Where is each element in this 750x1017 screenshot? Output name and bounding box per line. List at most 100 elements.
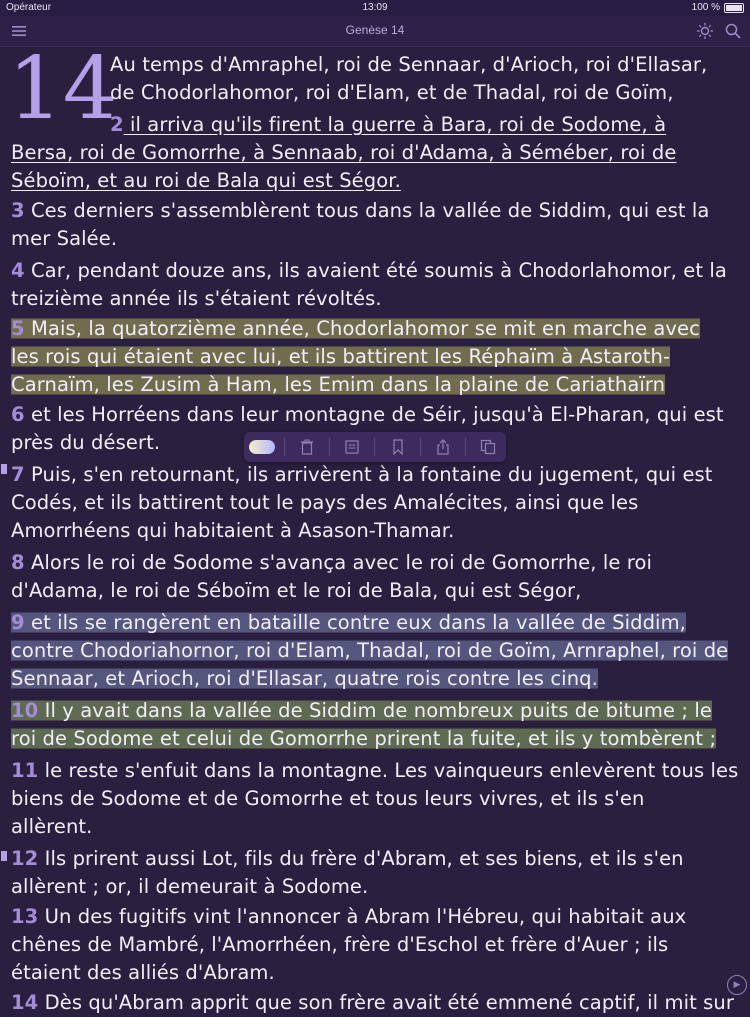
verse-line[interactable]: 14 Dès qu'Abram apprit que son frère ava… [11,988,741,1017]
verse-number: 8 [11,551,25,574]
note-marker-icon[interactable] [1,464,7,474]
bookmark-icon[interactable] [384,436,412,458]
battery-label: 100 % [691,2,720,13]
verse-text: Puis, s'en retournant, ils arrivèrent à … [24,463,713,486]
verse-line[interactable]: Séboïm, et au roi de Bala qui est Ségor. [11,166,741,195]
verse-line[interactable]: 3 Ces derniers s'assemblèrent tous dans … [11,196,741,225]
verse-line[interactable]: Amorrhéens qui habitaient à Asason-Thama… [11,516,741,545]
verse-line[interactable]: Au temps d'Amraphel, roi de Sennaar, d'A… [110,50,740,79]
verse-line[interactable]: 13 Un des fugitifs vint l'annoncer à Abr… [11,902,741,931]
verse-text: Carnaïm, les Zusim à Ham, les Emim dans … [11,373,666,396]
verse-line[interactable]: 8 Alors le roi de Sodome s'avança avec l… [11,548,741,577]
verse-line[interactable]: chênes de Mambré, l'Amorrhéen, frère d'E… [11,930,741,959]
verse-text: Dès qu'Abram apprit que son frère avait … [38,991,734,1014]
verse-line[interactable]: Sennaar, et Arioch, roi d'Ellasar, quatr… [11,664,741,693]
verse-text: de Chodorlahomor, roi d'Elam, et de Thad… [110,81,674,104]
note-icon[interactable] [338,436,366,458]
toolbar-divider [374,438,376,456]
share-icon[interactable] [429,436,457,458]
verse-text: allèrent. [11,815,93,838]
verse-text: Amorrhéens qui habitaient à Asason-Thama… [11,519,455,542]
verse-line[interactable]: 10 Il y avait dans la vallée de Siddim d… [11,696,741,725]
copy-icon[interactable] [474,436,502,458]
verse-line[interactable]: Bersa, roi de Gomorrhe, à Sennaab, roi d… [11,138,741,167]
verse-line[interactable]: contre Chodoriahornor, roi d'Elam, Thada… [11,636,741,665]
verse-text: Un des fugitifs vint l'annoncer à Abram … [38,905,687,928]
verse-number: 14 [11,991,39,1014]
verse-number: 2 [110,113,124,136]
verse-number: 9 [11,611,25,634]
battery-icon [724,2,744,13]
verse-text: Ces derniers s'assemblèrent tous dans la… [24,199,710,222]
verse-text: il arriva qu'ils firent la guerre à Bara… [123,113,667,136]
verse-text: contre Chodoriahornor, roi d'Elam, Thada… [11,639,729,662]
verse-number: 7 [11,463,25,486]
verse-line[interactable]: allèrent ; or, il demeurait à Sodome. [11,872,741,901]
search-icon[interactable] [724,22,742,40]
verse-number: 5 [11,317,25,340]
verse-line[interactable]: biens de Sodome et de Gomorrhe et tous l… [11,784,741,813]
verse-number: 12 [11,847,39,870]
verse-text: Il y avait dans la vallée de Siddim de n… [38,699,712,722]
verse-text: étaient des alliés d'Abram. [11,961,275,984]
verse-text: Car, pendant douze ans, ils avaient été … [24,259,727,282]
page-title[interactable]: Genèse 14 [0,23,750,37]
verse-line[interactable]: étaient des alliés d'Abram. [11,958,741,987]
verse-text: biens de Sodome et de Gomorrhe et tous l… [11,787,645,810]
selection-toolbar [244,432,506,462]
verse-text: allèrent ; or, il demeurait à Sodome. [11,875,369,898]
verse-text: le reste s'enfuit dans la montagne. Les … [38,759,739,782]
verse-line[interactable]: 7 Puis, s'en retournant, ils arrivèrent … [11,460,741,489]
verse-line[interactable]: Carnaïm, les Zusim à Ham, les Emim dans … [11,370,741,399]
verse-line[interactable]: treizième année ils s'étaient révoltés. [11,284,741,313]
verse-number: 6 [11,403,25,426]
verse-line[interactable]: de Chodorlahomor, roi d'Elam, et de Thad… [110,78,740,107]
verse-line[interactable]: 6 et les Horréens dans leur montagne de … [11,400,741,429]
verse-line[interactable]: 12 Ils prirent aussi Lot, fils du frère … [11,844,741,873]
verse-text: Au temps d'Amraphel, roi de Sennaar, d'A… [110,53,708,76]
verse-line[interactable]: allèrent. [11,812,741,841]
verse-line[interactable]: 11 le reste s'enfuit dans la montagne. L… [11,756,741,785]
play-audio-icon[interactable]: ▶ [727,975,747,995]
verse-number: 11 [11,759,39,782]
verse-line[interactable]: 2 il arriva qu'ils firent la guerre à Ba… [110,110,740,139]
chapter-number: 14 [8,39,118,139]
verse-text: Sennaar, et Arioch, roi d'Ellasar, quatr… [11,667,598,690]
clock: 13:09 [362,2,388,13]
verse-text: Codés, et ils battirent tout le pays des… [11,491,639,514]
toolbar-divider [329,438,331,456]
verse-text: et ils se rangèrent en bataille contre e… [24,611,686,634]
verse-text: Séboïm, et au roi de Bala qui est Ségor. [11,169,401,192]
battery-indicator: 100 % [692,2,744,13]
verse-text: près du désert. [11,431,161,454]
verse-line[interactable]: roi de Sodome et celui de Gomorrhe prire… [11,724,741,753]
toolbar-divider [284,438,286,456]
verse-line[interactable]: mer Salée. [11,224,741,253]
verse-line[interactable]: 5 Mais, la quatorzième année, Chodorlaho… [11,314,741,343]
verse-line[interactable]: 4 Car, pendant douze ans, ils avaient ét… [11,256,741,285]
toolbar-divider [464,438,466,456]
verse-number: 10 [11,699,39,722]
bookmark-marker-icon[interactable] [1,851,7,861]
brightness-icon[interactable] [696,22,714,40]
verse-text: les rois qui étaient avec lui, et ils ba… [11,345,671,368]
verse-text: treizième année ils s'étaient révoltés. [11,287,382,310]
verse-line[interactable]: Codés, et ils battirent tout le pays des… [11,488,741,517]
verse-text: Bersa, roi de Gomorrhe, à Sennaab, roi d… [11,141,677,164]
verse-text: roi de Sodome et celui de Gomorrhe prire… [11,727,717,750]
verse-line[interactable]: 9 et ils se rangèrent en bataille contre… [11,608,741,637]
trash-icon[interactable] [293,436,321,458]
verse-text: chênes de Mambré, l'Amorrhéen, frère d'E… [11,933,669,956]
verse-text: Alors le roi de Sodome s'avança avec le … [24,551,652,574]
verse-line[interactable]: les rois qui étaient avec lui, et ils ba… [11,342,741,371]
highlight-toggle-icon[interactable] [248,436,276,458]
verse-number: 3 [11,199,25,222]
toolbar-divider [419,438,421,456]
verse-text: Mais, la quatorzième année, Chodorlahomo… [24,317,700,340]
verse-text: Ils prirent aussi Lot, fils du frère d'A… [38,847,684,870]
status-bar: Opérateur 13:09 100 % [0,0,750,16]
verse-text: d'Adama, le roi de Séboïm et le roi de B… [11,579,582,602]
verse-number: 4 [11,259,25,282]
verse-text: et les Horréens dans leur montagne de Sé… [24,403,724,426]
verse-line[interactable]: d'Adama, le roi de Séboïm et le roi de B… [11,576,741,605]
